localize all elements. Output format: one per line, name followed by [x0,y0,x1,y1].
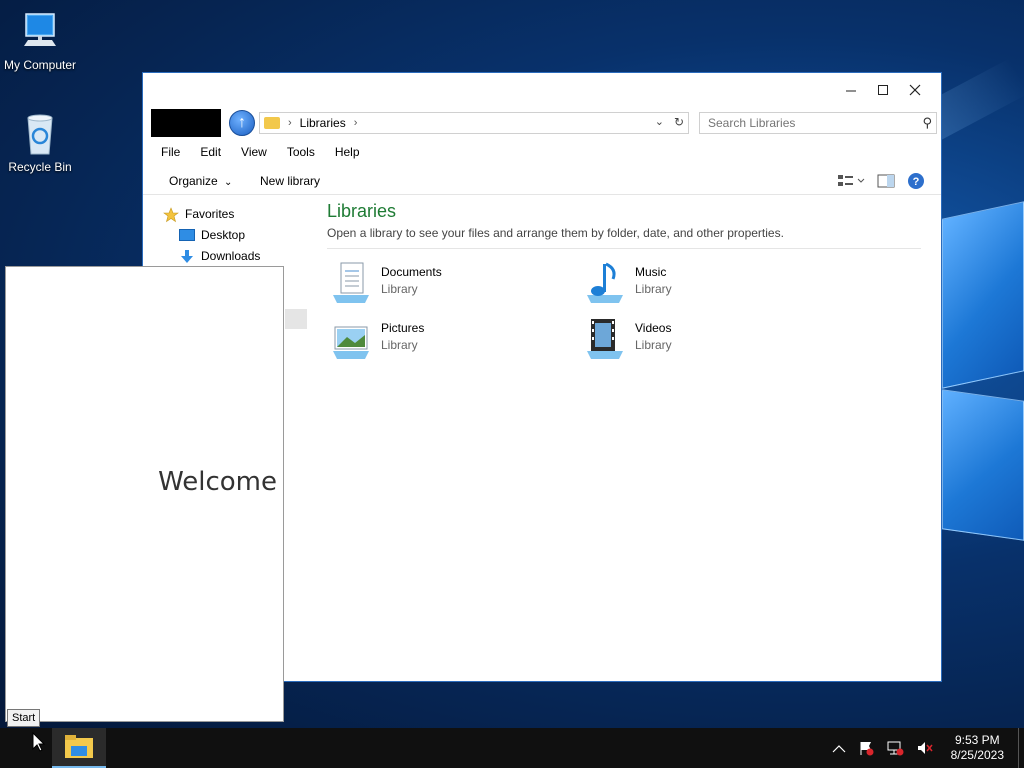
library-type: Library [635,282,672,296]
maximize-button[interactable] [867,79,899,101]
library-tile-music[interactable]: Music Library [583,261,803,305]
view-buttons: ? [837,172,925,193]
chevron-down-icon: ⌄ [224,177,233,188]
system-tray [832,740,934,759]
taskbar-clock[interactable]: 9:53 PM 8/25/2023 [951,733,1004,763]
arrow-up-icon: ↑ [238,114,246,131]
help-icon[interactable]: ? [907,172,925,193]
desktop-icon-recycle-bin[interactable]: Recycle Bin [0,112,80,174]
library-type: Library [635,338,672,352]
show-desktop-button[interactable] [1018,728,1024,768]
library-name: Documents [381,265,442,279]
address-row: ↑ › Libraries › ⌄ ↻ ⚲ [151,109,937,137]
desktop-icon-label: Recycle Bin [8,160,72,174]
maximize-icon [878,85,888,95]
minimize-icon [846,90,856,92]
address-bar[interactable]: › Libraries › ⌄ ↻ [259,112,689,134]
back-forward-buttons[interactable] [151,109,221,137]
navigation-pane: Favorites Desktop Downloads [163,203,313,266]
menu-file[interactable]: File [151,143,190,163]
clock-date: 8/25/2023 [950,748,1004,762]
file-explorer-icon [65,735,93,758]
window-logo-pane [942,389,1024,541]
minimize-button[interactable] [835,79,867,101]
address-dropdown-icon[interactable]: ⌄ [655,115,664,128]
desktop-icon-my-computer[interactable]: My Computer [0,10,80,72]
preview-pane-icon[interactable] [877,173,895,192]
menu-help[interactable]: Help [325,143,370,163]
new-library-button[interactable]: New library [260,174,320,188]
nav-item-favorites[interactable]: Favorites [163,203,313,224]
page-title: Libraries [327,201,397,221]
computer-icon [18,10,62,54]
menu-edit[interactable]: Edit [190,143,231,163]
refresh-icon[interactable]: ↻ [674,115,684,129]
libraries-folder-icon [264,117,280,129]
chevron-right-icon[interactable]: › [354,117,358,129]
library-type: Library [381,338,418,352]
taskbar: 9:53 PM 8/25/2023 [0,728,1024,768]
taskbar-file-explorer[interactable] [52,728,106,768]
music-icon [583,261,627,305]
volume-muted-icon[interactable] [916,740,934,759]
desktop-icon-label: My Computer [3,58,77,72]
search-input[interactable] [700,116,910,130]
library-tile-pictures[interactable]: Pictures Library [329,317,549,361]
start-tooltip: Start [7,709,41,727]
chevron-right-icon: › [288,117,292,129]
chevron-up-icon[interactable] [832,742,846,757]
desktop-icon [179,228,195,242]
menu-tools[interactable]: Tools [277,143,325,163]
library-type: Library [381,282,418,296]
library-tile-documents[interactable]: Documents Library [329,261,549,305]
breadcrumb-libraries[interactable]: Libraries [300,116,346,130]
network-icon[interactable] [886,740,904,759]
nav-item-downloads[interactable]: Downloads [163,245,313,266]
star-icon [163,206,179,222]
window-logo-pane [942,201,1024,389]
up-button[interactable]: ↑ [229,110,255,136]
menu-view[interactable]: View [231,143,277,163]
nav-label: Downloads [201,248,261,263]
library-tile-videos[interactable]: Videos Library [583,317,803,361]
search-icon[interactable]: ⚲ [922,115,932,131]
organize-button[interactable]: Organize ⌄ [169,174,232,188]
library-name: Pictures [381,321,425,335]
nav-label: Favorites [185,206,235,221]
nav-item-desktop[interactable]: Desktop [163,224,313,245]
search-box[interactable]: ⚲ [699,112,937,134]
downloads-icon [179,249,195,263]
welcome-text: Welcome [158,467,277,497]
clock-time: 9:53 PM [954,733,1000,747]
library-name: Music [635,265,667,279]
recycle-bin-icon [18,112,62,156]
nav-selection-highlight [285,309,307,329]
videos-icon [583,317,627,361]
close-icon [909,84,921,96]
action-center-flag-icon[interactable] [858,740,874,759]
menu-bar: File Edit View Tools Help [151,143,370,163]
page-description: Open a library to see your files and arr… [327,226,921,249]
command-bar: Organize ⌄ New library ? [143,169,941,195]
pictures-icon [329,317,373,361]
mouse-cursor-icon [32,732,46,752]
view-options-icon[interactable] [837,173,865,192]
close-button[interactable] [899,79,931,101]
nav-label: Desktop [201,227,246,242]
content-pane: Libraries Open a library to see your fil… [327,201,927,359]
welcome-panel: Welcome [5,266,284,722]
documents-icon [329,261,373,305]
svg-text:?: ? [913,176,920,188]
library-name: Videos [635,321,672,335]
organize-label: Organize [169,174,218,188]
